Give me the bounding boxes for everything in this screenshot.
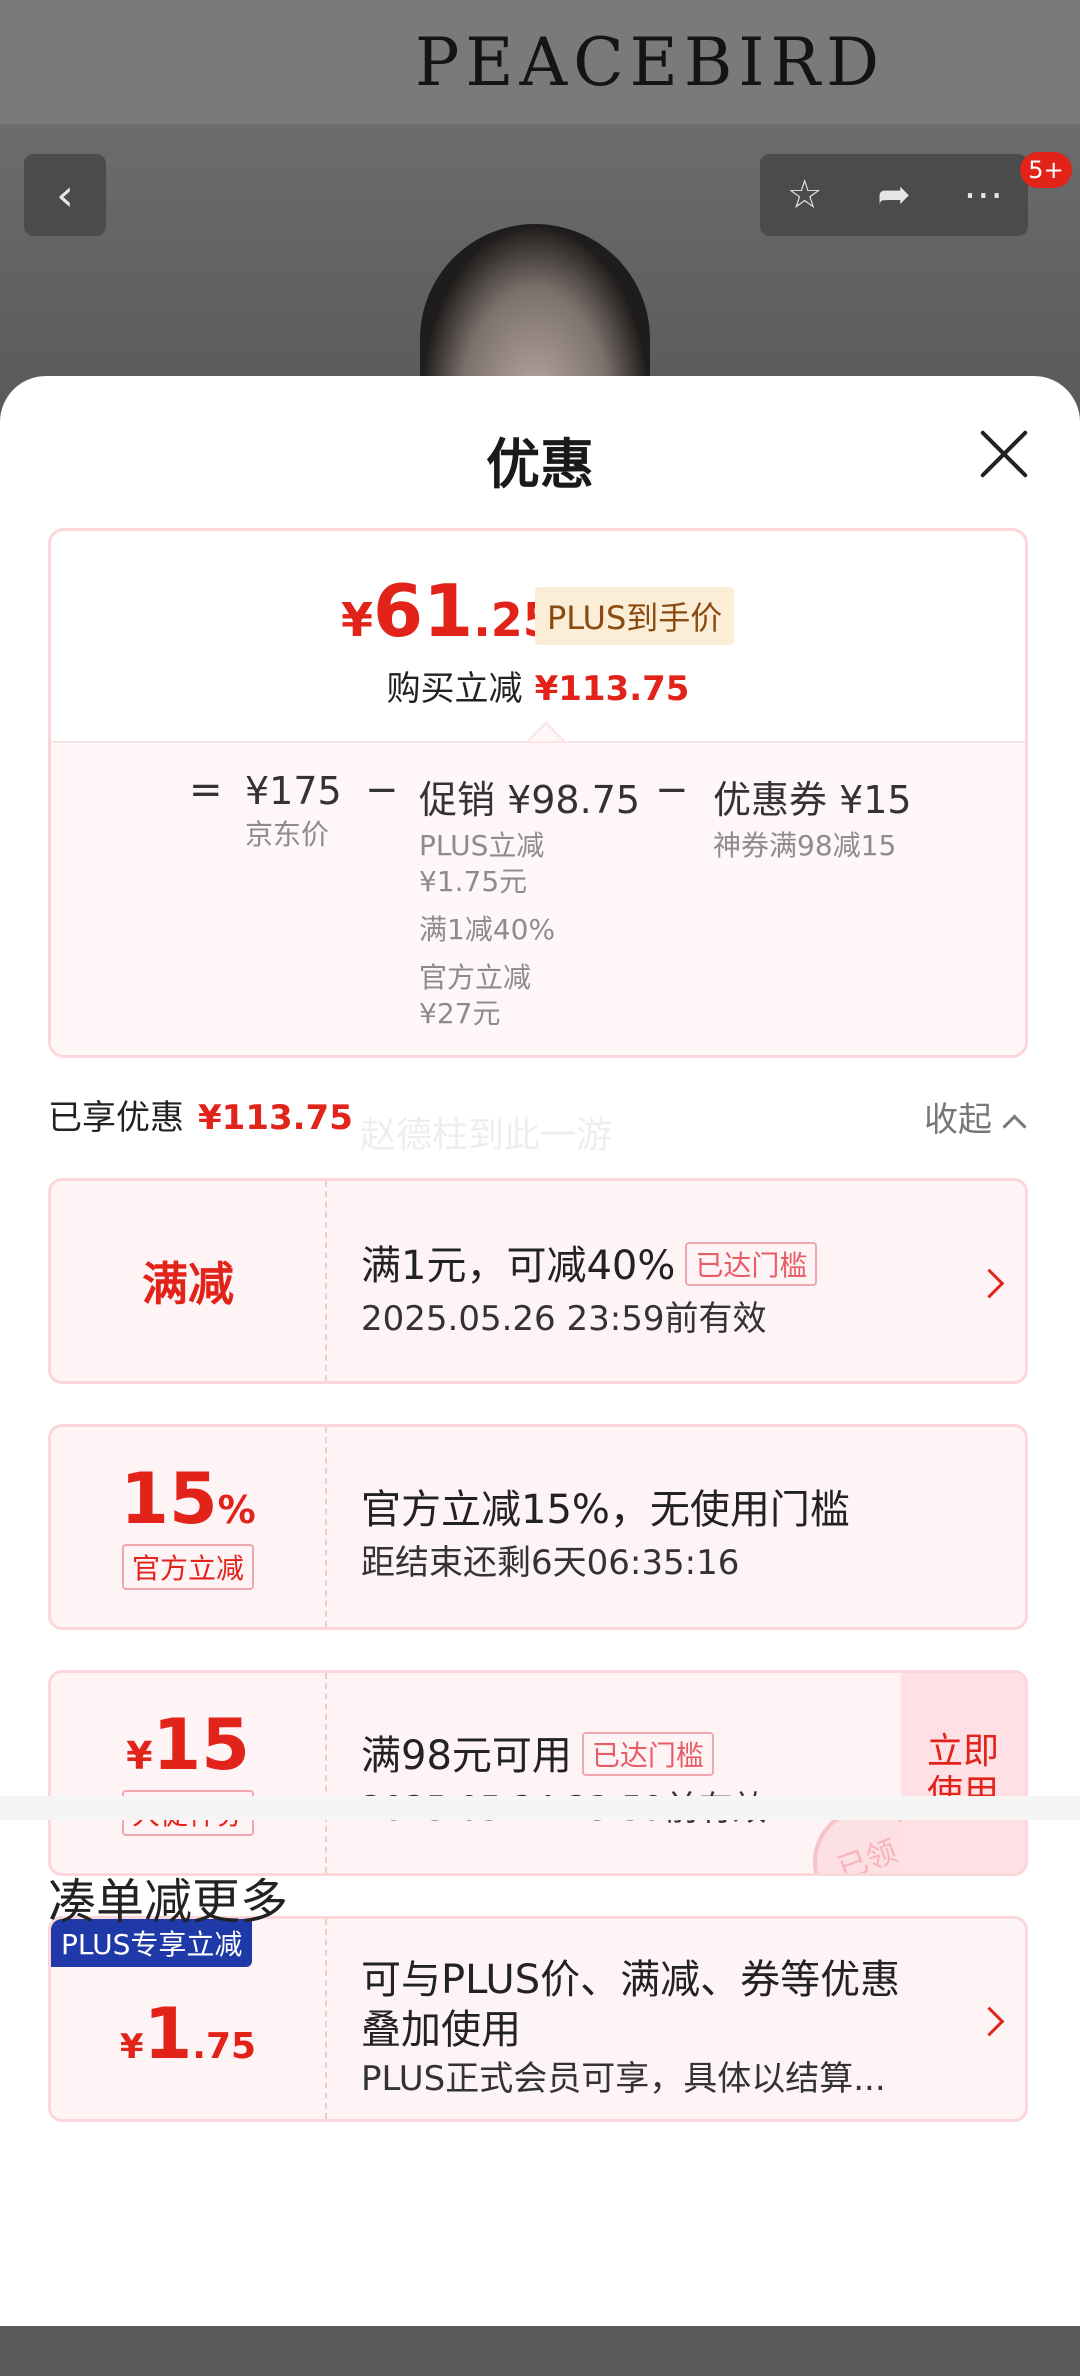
favorite-star-icon[interactable]: ☆ xyxy=(760,172,849,218)
plus-decimal: .75 xyxy=(192,2026,257,2067)
collapse-button[interactable]: 收起 xyxy=(924,1092,1027,1141)
promo-item: 满1减40% xyxy=(419,913,556,946)
dashed-divider xyxy=(325,1181,327,1381)
jd-price: ¥175 xyxy=(245,769,342,813)
dashed-divider xyxy=(325,1427,327,1627)
threshold-reached-tag: 已达门槛 xyxy=(685,1242,818,1286)
plus-member-card[interactable]: PLUS专享立减 ¥1.75 可与PLUS价、满减、券等优惠 叠加使用 PLUS… xyxy=(48,1916,1028,2122)
coupon-amount: 15 xyxy=(152,1704,250,1786)
collapse-label: 收起 xyxy=(924,1100,992,1140)
card-type-label: 满减 xyxy=(142,1257,234,1311)
card-percent: 15% xyxy=(120,1464,256,1534)
final-price: ¥61.25 xyxy=(341,575,555,647)
card-left: ¥1.75 xyxy=(51,1919,325,2119)
chevron-right-icon xyxy=(974,2006,1005,2037)
notification-badge: 5+ xyxy=(1020,152,1072,188)
enjoyed-label: 已享优惠 xyxy=(48,1098,184,1138)
discount-sheet: 优惠 ¥61.25 PLUS到手价 购买立减 ¥113.75 = ¥175 京东价… xyxy=(0,376,1080,2326)
equals-sign: = xyxy=(189,767,223,813)
jd-price-label: 京东价 xyxy=(245,818,330,851)
percent-value: 15 xyxy=(120,1458,218,1540)
top-action-group: ☆ ➦ ⋯ xyxy=(760,154,1028,236)
enjoyed-amount: ¥113.75 xyxy=(198,1098,353,1138)
promo-total: 促销 ¥98.75 xyxy=(419,778,641,822)
plus-amount: ¥1.75 xyxy=(120,1999,256,2069)
bottom-bar xyxy=(0,2326,1080,2376)
close-icon[interactable] xyxy=(978,428,1030,480)
discount-card-full-reduction[interactable]: 满减 满1元，可减40% 已达门槛 2025.05.26 23:59前有效 xyxy=(48,1178,1028,1384)
enjoyed-discount: 已享优惠 ¥113.75 xyxy=(48,1090,353,1139)
chevron-right-icon xyxy=(974,1268,1005,1299)
chevron-up-icon xyxy=(1002,1114,1027,1139)
card-validity: 2025.05.26 23:59前有效 xyxy=(361,1299,767,1339)
card-left: 满减 xyxy=(51,1181,325,1381)
promo-item: PLUS立减 xyxy=(419,829,545,862)
minus-sign: − xyxy=(655,767,689,813)
save-line: 购买立减 ¥113.75 xyxy=(51,661,1025,710)
jd-price-column: ¥175 京东价 xyxy=(245,769,342,853)
coupon-total: 优惠券 ¥15 xyxy=(713,778,912,822)
back-button[interactable]: ‹ xyxy=(24,154,106,236)
promo-item: ¥27元 xyxy=(419,997,501,1030)
promo-item: ¥1.75元 xyxy=(419,865,528,898)
plus-integer: 1 xyxy=(143,1993,193,2075)
card-left: 15% 官方立减 xyxy=(51,1427,325,1627)
promo-column: 促销 ¥98.75 PLUS立减 ¥1.75元 满1减40% 官方立减 ¥27元 xyxy=(419,769,640,1032)
watermark: 赵德柱到此一游 xyxy=(360,1115,613,1156)
more-discounts-title: 凑单减更多 xyxy=(48,1874,289,1930)
minus-sign: − xyxy=(365,767,399,813)
card-title: 满1元，可减40% 已达门槛 xyxy=(361,1233,818,1291)
dashed-divider xyxy=(325,1673,327,1873)
card-tag: 官方立减 xyxy=(121,1544,254,1590)
threshold-reached-tag: 已达门槛 xyxy=(581,1732,714,1776)
card-left: ¥15 大促神券 xyxy=(51,1673,325,1873)
brand-logo: PEACEBIRD xyxy=(414,23,886,101)
share-icon[interactable]: ➦ xyxy=(849,172,938,218)
section-divider xyxy=(0,1796,1080,1820)
card-title-text: 满98元可用 xyxy=(361,1733,572,1779)
price-integer: 61 xyxy=(373,569,474,653)
promo-item: 官方立减 xyxy=(419,961,532,994)
chevron-left-icon: ‹ xyxy=(56,169,74,221)
percent-unit: % xyxy=(217,1488,256,1532)
price-currency: ¥ xyxy=(341,593,374,647)
save-amount: ¥113.75 xyxy=(534,669,690,709)
save-label: 购买立减 xyxy=(386,669,523,709)
card-countdown: 距结束还剩6天06:35:16 xyxy=(361,1543,740,1583)
more-icon[interactable]: ⋯ xyxy=(939,172,1028,218)
use-now-button[interactable]: 立即使用 xyxy=(901,1673,1025,1873)
price-breakdown: = ¥175 京东价 − 促销 ¥98.75 PLUS立减 ¥1.75元 满1减… xyxy=(51,741,1025,1055)
sheet-title: 优惠 xyxy=(486,433,594,496)
card-title: 官方立减15%，无使用门槛 xyxy=(361,1487,850,1533)
coupon-currency: ¥ xyxy=(126,1734,153,1778)
card-title-line2: 叠加使用 xyxy=(361,2007,521,2053)
card-title-text: 满1元，可减40% xyxy=(361,1243,676,1289)
card-title: 满98元可用 已达门槛 xyxy=(361,1723,714,1781)
plus-currency: ¥ xyxy=(119,2027,144,2067)
coupon-card-big-promo[interactable]: ¥15 大促神券 满98元可用已达门槛 2025.05.24 23:59前有效 … xyxy=(48,1670,1028,1876)
card-note: PLUS正式会员可享，具体以结算... xyxy=(361,2059,886,2099)
coupon-column: 优惠券 ¥15 神券满98减15 xyxy=(713,769,912,864)
coupon-value: ¥15 xyxy=(126,1710,250,1780)
plus-price-tag: PLUS到手价 xyxy=(535,587,735,645)
coupon-desc: 神券满98减15 xyxy=(713,829,897,862)
discount-card-official[interactable]: 15% 官方立减 官方立减15%，无使用门槛 距结束还剩6天06:35:16 xyxy=(48,1424,1028,1630)
dashed-divider xyxy=(325,1919,327,2119)
brand-header: PEACEBIRD xyxy=(0,0,1080,124)
price-summary-card: ¥61.25 PLUS到手价 购买立减 ¥113.75 = ¥175 京东价 − … xyxy=(48,528,1028,1058)
